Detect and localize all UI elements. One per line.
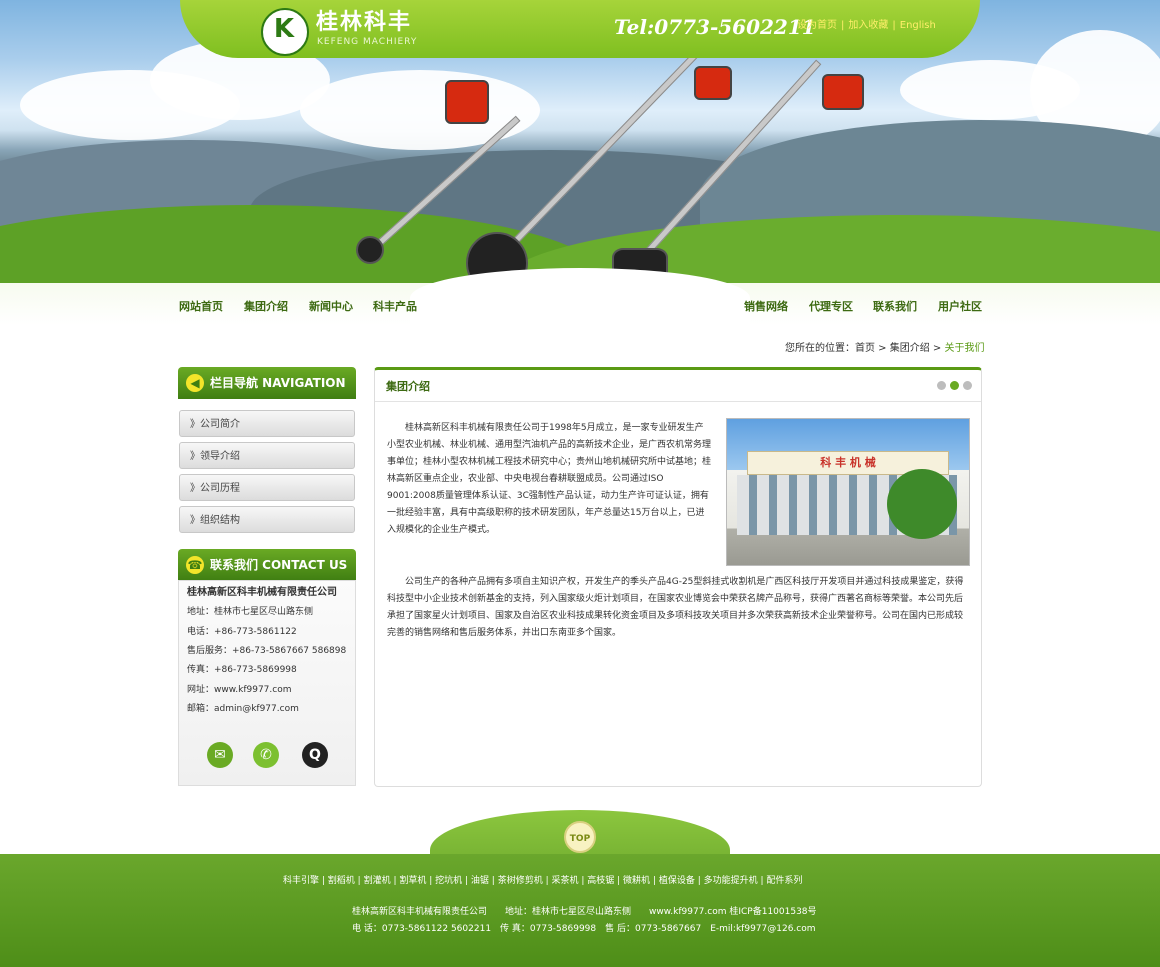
footer-link[interactable]: 科丰引擎 (283, 876, 319, 886)
trimmer-head (356, 236, 384, 264)
sidebar-nav-header: ◀ 栏目导航 NAVIGATION (178, 367, 356, 399)
panel-divider (375, 401, 981, 402)
contact-title: 联系我们 CONTACT US (210, 558, 348, 572)
footer-link[interactable]: 割草机 (399, 876, 426, 886)
qq-icon[interactable]: Q (302, 742, 328, 768)
sidebar-item-leadership[interactable]: 》领导介绍 (179, 442, 355, 469)
wechat-icon[interactable]: ✆ (253, 742, 279, 768)
pager-dot[interactable] (937, 381, 946, 390)
contact-phone: 电话：+86-773-5861122 (187, 627, 297, 637)
footer-link[interactable]: 采茶机 (551, 876, 578, 886)
breadcrumb-current: 关于我们 (944, 343, 985, 354)
email-icon[interactable]: ✉ (207, 742, 233, 768)
footer-link[interactable]: 高枝锯 (587, 876, 614, 886)
intro-paragraph-2: 公司生产的各种产品拥有多项自主知识产权，开发生产的季头产品4G-25型斜挂式收割… (387, 577, 964, 638)
navigation-icon: ◀ (186, 374, 204, 392)
footer-contact-line: 电 话：0773-5861122 5602211 传 真：0773-586999… (352, 924, 816, 934)
sidebar-item-history[interactable]: 》公司历程 (179, 474, 355, 501)
logo-k-icon: K (273, 14, 295, 44)
intro-paragraph-1: 桂林高新区科丰机械有限责任公司于1998年5月成立，是一家专业研发生产小型农业机… (387, 423, 712, 535)
panel-title: 集团介绍 (386, 380, 430, 393)
back-to-top-button[interactable]: TOP (564, 821, 596, 853)
nav-products[interactable]: 科丰产品 (373, 300, 417, 313)
breadcrumb-prefix: 您所在的位置： (785, 343, 855, 354)
sidebar-nav-title: 栏目导航 NAVIGATION (210, 376, 346, 390)
breadcrumb: 您所在的位置：首页 > 集团介绍 > 关于我们 (785, 343, 985, 355)
footer-link[interactable]: 油锯 (471, 876, 489, 886)
nav-group-intro[interactable]: 集团介绍 (244, 300, 288, 313)
breadcrumb-home[interactable]: 首页 (855, 343, 875, 354)
logo-title-en: KEFENG MACHIERY (317, 37, 418, 47)
footer-link[interactable]: 植保设备 (659, 876, 695, 886)
footer-link[interactable]: 多功能提升机 (704, 876, 758, 886)
company-building-photo: 科 丰 机 械 (726, 418, 970, 566)
footer-link[interactable]: 割灌机 (364, 876, 391, 886)
footer-link[interactable]: 配件系列 (766, 876, 802, 886)
english-link[interactable]: English (900, 20, 936, 31)
trimmer-engine (822, 74, 864, 110)
pager-dot-active[interactable] (950, 381, 959, 390)
cloud (300, 70, 540, 150)
footer-link[interactable]: 微耕机 (623, 876, 650, 886)
top-links: 设为首页 | 加入收藏 | English (797, 20, 936, 31)
tree (887, 469, 957, 539)
footer-links: 科丰引擎 | 割稻机 | 割灌机 | 割草机 | 挖坑机 | 油锯 | 茶树修剪… (283, 876, 803, 886)
trimmer-engine (694, 66, 732, 100)
contact-fax: 传真：+86-773-5869998 (187, 665, 297, 675)
add-favorite-link[interactable]: 加入收藏 (848, 20, 888, 31)
nav-agent-zone[interactable]: 代理专区 (809, 300, 853, 313)
breadcrumb-sep: > (875, 343, 890, 354)
contact-address: 地址：桂林市七星区尽山路东侧 (187, 607, 314, 617)
nav-sales-network[interactable]: 销售网络 (744, 300, 788, 313)
nav-news[interactable]: 新闻中心 (309, 300, 353, 313)
contact-service: 售后服务：+86-73-5867667 586898 (187, 646, 347, 656)
contact-email[interactable]: 邮箱：admin@kf977.com (187, 704, 299, 715)
phone-icon: ☎ (186, 556, 204, 574)
nav-community[interactable]: 用户社区 (938, 300, 982, 313)
footer-company-line: 桂林高新区科丰机械有限责任公司 地址：桂林市七星区尽山路东侧 www.kf997… (352, 907, 817, 917)
header-phone: Tel:0773-5602211 (614, 15, 816, 39)
breadcrumb-group[interactable]: 集团介绍 (890, 343, 930, 354)
pager-dot[interactable] (963, 381, 972, 390)
footer-link[interactable]: 挖坑机 (435, 876, 462, 886)
breadcrumb-sep: > (929, 343, 945, 354)
trimmer-engine (445, 80, 489, 124)
footer-link[interactable]: 茶树修剪机 (498, 876, 543, 886)
contact-website[interactable]: 网址：www.kf9977.com (187, 685, 292, 696)
nav-contact[interactable]: 联系我们 (873, 300, 917, 313)
footer-link[interactable]: 割稻机 (328, 876, 355, 886)
logo-title-cn[interactable]: 桂林科丰 (316, 10, 412, 36)
contact-company: 桂林高新区科丰机械有限责任公司 (187, 587, 337, 598)
contact-header: ☎ 联系我们 CONTACT US (178, 549, 356, 581)
sidebar-item-structure[interactable]: 》组织结构 (179, 506, 355, 533)
sidebar-item-company-profile[interactable]: 》公司简介 (179, 410, 355, 437)
nav-home[interactable]: 网站首页 (179, 300, 223, 313)
nav-bar-curve (410, 268, 750, 328)
set-homepage-link[interactable]: 设为首页 (797, 20, 837, 31)
